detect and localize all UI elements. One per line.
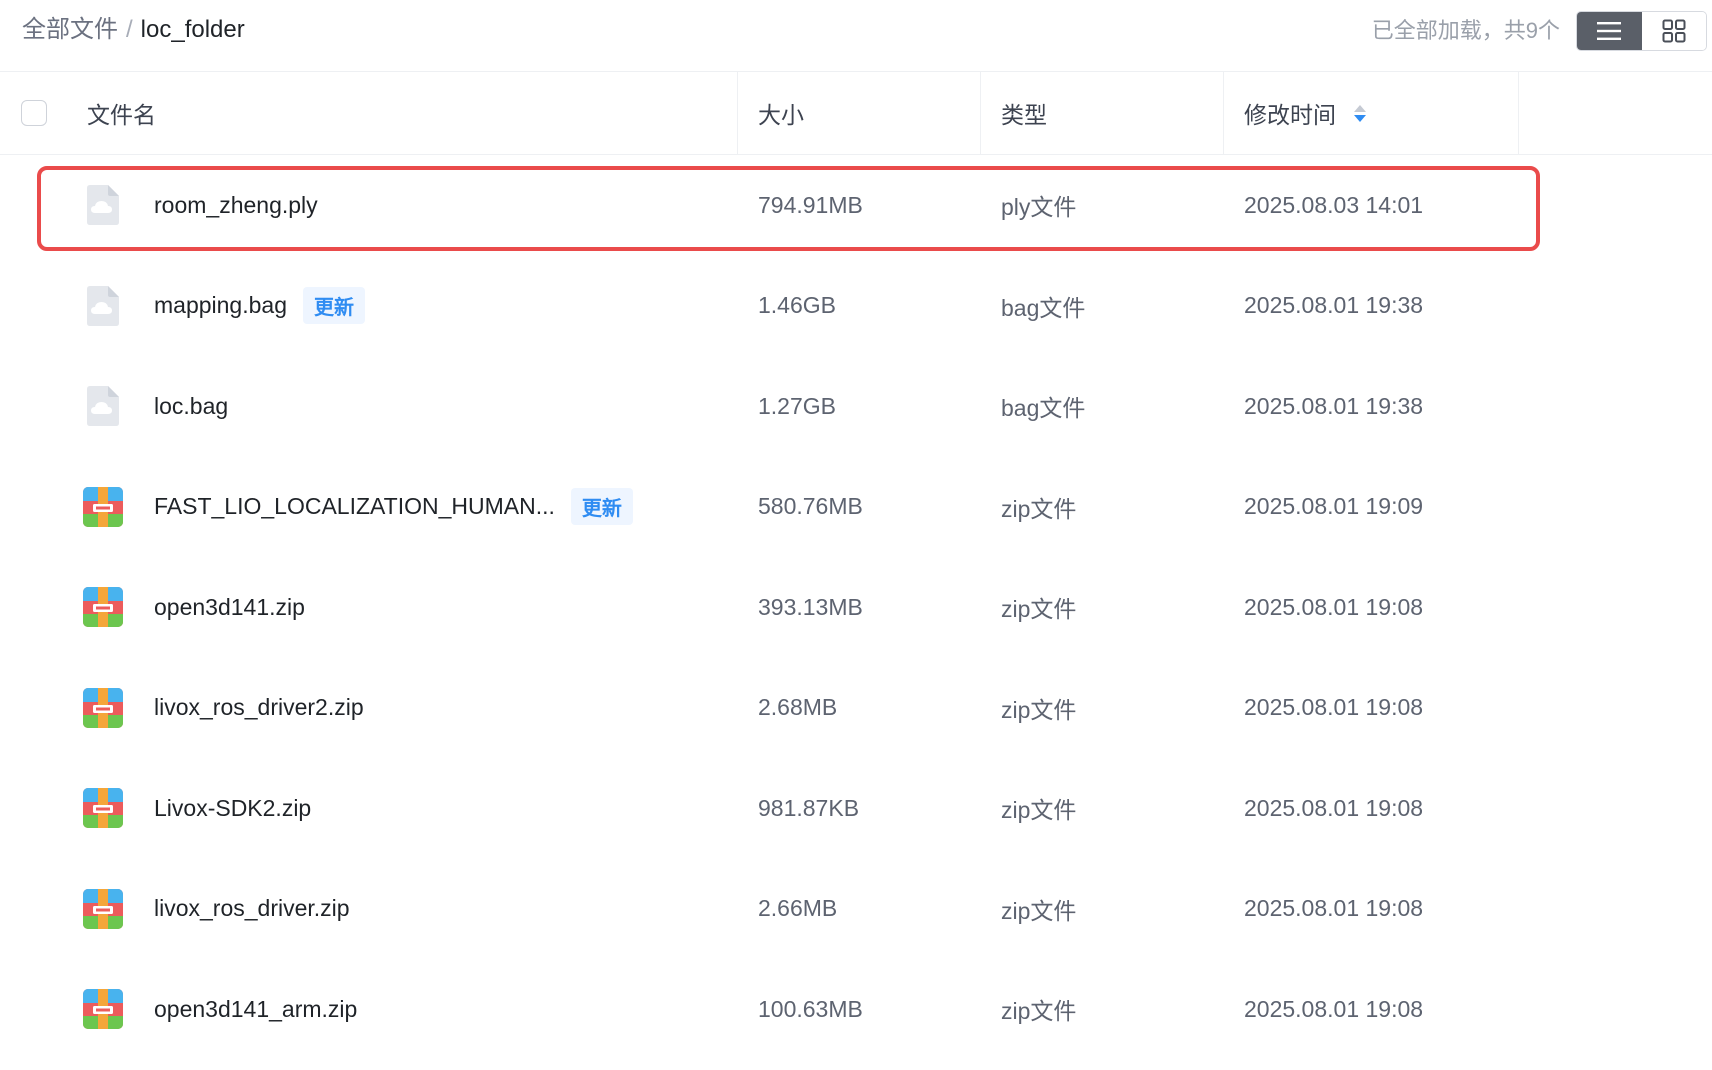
file-name[interactable]: Livox-SDK2.zip <box>154 795 311 822</box>
file-modified-time: 2025.08.01 19:08 <box>1244 694 1424 721</box>
file-name[interactable]: open3d141_arm.zip <box>154 996 357 1023</box>
grid-view-button[interactable] <box>1641 12 1706 50</box>
file-size: 1.27GB <box>758 392 836 419</box>
update-badge: 更新 <box>303 287 365 325</box>
list-view-button[interactable] <box>1577 12 1642 50</box>
column-header-modified-label: 修改时间 <box>1244 102 1336 128</box>
file-size: 981.87KB <box>758 794 860 821</box>
breadcrumb: 全部文件 / loc_folder <box>22 14 245 46</box>
file-name[interactable]: livox_ros_driver.zip <box>154 895 350 922</box>
file-type: bag文件 <box>1001 395 1086 422</box>
zip-archive-icon <box>82 988 124 1030</box>
file-name[interactable]: loc.bag <box>154 393 228 420</box>
file-type: zip文件 <box>1001 998 1077 1025</box>
file-modified-time: 2025.08.01 19:08 <box>1244 895 1424 922</box>
file-row[interactable]: Livox-SDK2.zip 981.87KB zip文件 2025.08.01… <box>0 758 1712 859</box>
file-size: 100.63MB <box>758 995 863 1022</box>
file-modified-time: 2025.08.01 19:08 <box>1244 794 1424 821</box>
file-modified-time: 2025.08.01 19:08 <box>1244 995 1424 1022</box>
file-modified-time: 2025.08.03 14:01 <box>1244 191 1424 218</box>
file-size: 1.46GB <box>758 292 836 319</box>
view-toggle <box>1576 11 1707 51</box>
file-size: 580.76MB <box>758 493 863 520</box>
load-status-text: 已全部加载，共9个 <box>1371 18 1560 43</box>
zip-archive-icon <box>82 486 124 528</box>
file-row[interactable]: FAST_LIO_LOCALIZATION_HUMAN... 更新 580.76… <box>0 457 1712 558</box>
column-header-name[interactable]: 文件名 <box>87 72 156 154</box>
breadcrumb-separator: / <box>126 16 133 43</box>
file-row[interactable]: livox_ros_driver2.zip 2.68MB zip文件 2025.… <box>0 658 1712 759</box>
file-size: 794.91MB <box>758 191 863 218</box>
list-view-icon <box>1597 22 1622 40</box>
column-divider[interactable] <box>1223 72 1224 154</box>
file-modified-time: 2025.08.01 19:09 <box>1244 493 1424 520</box>
zip-archive-icon <box>82 787 124 829</box>
file-type: zip文件 <box>1001 696 1077 723</box>
top-bar: 全部文件 / loc_folder 已全部加载，共9个 <box>0 0 1712 72</box>
file-row[interactable]: loc.bag 1.27GB bag文件 2025.08.01 19:38 <box>0 356 1712 457</box>
file-row[interactable]: open3d141.zip 393.13MB zip文件 2025.08.01 … <box>0 557 1712 658</box>
sort-arrows-icon[interactable] <box>1354 104 1366 122</box>
column-divider[interactable] <box>1518 72 1519 154</box>
cloud-file-icon <box>82 184 124 226</box>
breadcrumb-current-folder: loc_folder <box>140 16 245 43</box>
file-name[interactable]: open3d141.zip <box>154 594 305 621</box>
breadcrumb-root-link[interactable]: 全部文件 <box>22 16 118 43</box>
column-divider[interactable] <box>980 72 981 154</box>
zip-archive-icon <box>82 586 124 628</box>
file-size: 2.66MB <box>758 895 838 922</box>
grid-view-icon <box>1662 19 1686 43</box>
file-modified-time: 2025.08.01 19:38 <box>1244 392 1424 419</box>
file-type: zip文件 <box>1001 797 1077 824</box>
cloud-file-icon <box>82 385 124 427</box>
column-header-size[interactable]: 大小 <box>758 72 804 154</box>
file-type: bag文件 <box>1001 294 1086 321</box>
file-row[interactable]: livox_ros_driver.zip 2.66MB zip文件 2025.0… <box>0 859 1712 960</box>
file-type: zip文件 <box>1001 897 1077 924</box>
file-size: 2.68MB <box>758 694 838 721</box>
column-divider[interactable] <box>737 72 738 154</box>
file-name[interactable]: mapping.bag <box>154 292 287 319</box>
file-row[interactable]: room_zheng.ply 794.91MB ply文件 2025.08.03… <box>0 155 1712 256</box>
zip-archive-icon <box>82 687 124 729</box>
file-type: ply文件 <box>1001 194 1077 221</box>
file-modified-time: 2025.08.01 19:08 <box>1244 593 1424 620</box>
table-header: 文件名 大小 类型 修改时间 <box>0 72 1712 155</box>
file-modified-time: 2025.08.01 19:38 <box>1244 292 1424 319</box>
file-name[interactable]: room_zheng.ply <box>154 192 318 219</box>
file-type: zip文件 <box>1001 596 1077 623</box>
select-all-checkbox[interactable] <box>21 100 47 126</box>
file-list: room_zheng.ply 794.91MB ply文件 2025.08.03… <box>0 155 1712 1060</box>
cloud-file-icon <box>82 285 124 327</box>
zip-archive-icon <box>82 888 124 930</box>
file-name[interactable]: livox_ros_driver2.zip <box>154 694 364 721</box>
file-row[interactable]: open3d141_arm.zip 100.63MB zip文件 2025.08… <box>0 959 1712 1060</box>
file-name[interactable]: FAST_LIO_LOCALIZATION_HUMAN... <box>154 493 555 520</box>
file-size: 393.13MB <box>758 593 863 620</box>
column-header-type[interactable]: 类型 <box>1001 72 1047 154</box>
file-row[interactable]: mapping.bag 更新 1.46GB bag文件 2025.08.01 1… <box>0 256 1712 357</box>
file-type: zip文件 <box>1001 495 1077 522</box>
column-header-modified[interactable]: 修改时间 <box>1244 72 1366 154</box>
update-badge: 更新 <box>570 488 633 526</box>
